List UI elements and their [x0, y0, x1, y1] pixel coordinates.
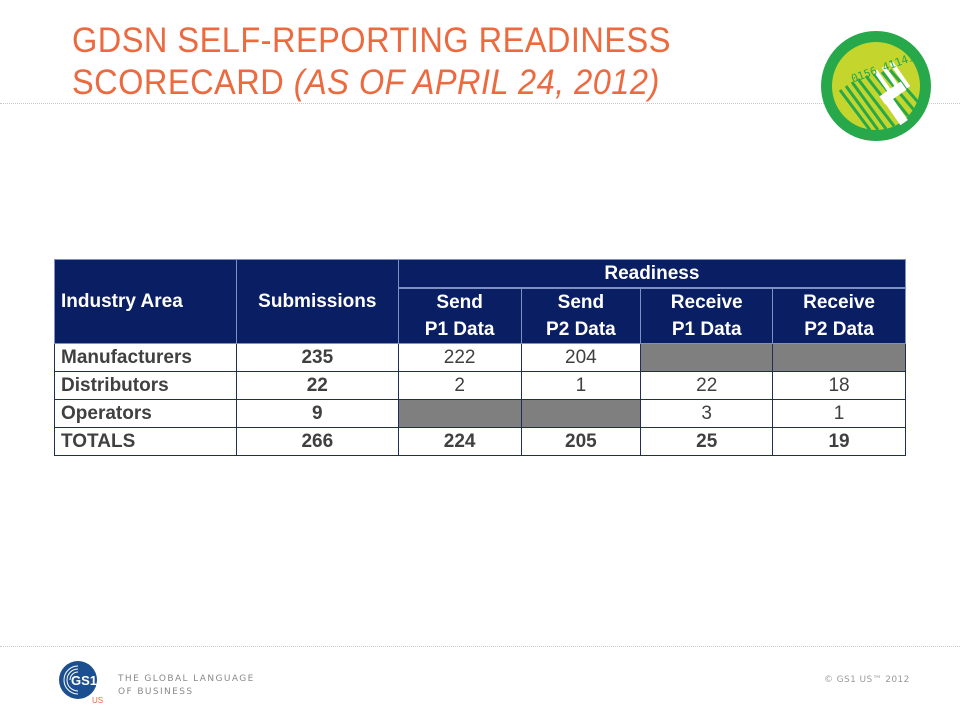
cell-receive-p1: 25 [640, 427, 774, 456]
cell-area: Distributors [54, 371, 237, 400]
cell-submissions: 22 [235, 371, 399, 400]
cell-submissions: 9 [235, 399, 399, 428]
footer-tagline: THE GLOBAL LANGUAGE OF BUSINESS [118, 674, 255, 697]
readiness-scorecard-table: Industry Area Submissions Readiness Send… [54, 259, 907, 456]
cell-area: Operators [54, 399, 237, 428]
title-date: (AS OF APRIL 24, 2012) [293, 63, 660, 102]
cell-area: TOTALS [54, 427, 237, 456]
cell-send-p1: 222 [397, 343, 522, 372]
header-readiness: Readiness [397, 259, 907, 289]
header-receive-p2: Receive P2 Data [772, 287, 906, 344]
cell-area: Manufacturers [54, 343, 237, 372]
logo-sub: US [92, 696, 103, 705]
logo-text: GS1 [71, 673, 97, 688]
cell-send-p1: 2 [397, 371, 522, 400]
table-row-operators: Operators 9 3 1 [54, 399, 906, 428]
cell-send-p1-na [397, 399, 522, 428]
cell-receive-p2: 1 [772, 399, 906, 428]
cell-receive-p2: 19 [772, 427, 906, 456]
header-send-p1: Send P1 Data [397, 287, 522, 344]
table-row-manufacturers: Manufacturers 235 222 204 [54, 343, 906, 372]
header-submissions: Submissions [235, 259, 399, 344]
gs1-logo-icon: GS1 US [59, 661, 103, 705]
cell-send-p2-na [520, 399, 642, 428]
header-industry-area: Industry Area [54, 259, 237, 344]
cell-submissions: 235 [235, 343, 399, 372]
copyright-notice: © GS1 US™ 2012 [824, 675, 910, 685]
header-receive-p1: Receive P1 Data [640, 287, 774, 344]
cell-send-p1: 224 [397, 427, 522, 456]
cell-receive-p1-na [640, 343, 774, 372]
header-send-p2: Send P2 Data [520, 287, 642, 344]
table-row-totals: TOTALS 266 224 205 25 19 [54, 427, 906, 456]
cell-receive-p2-na [772, 343, 906, 372]
cell-send-p2: 204 [520, 343, 642, 372]
top-divider [0, 103, 960, 104]
title-main: SCORECARD [72, 63, 294, 102]
title-line-2: SCORECARD (AS OF APRIL 24, 2012) [72, 62, 671, 104]
cell-receive-p1: 22 [640, 371, 774, 400]
cell-send-p2: 205 [520, 427, 642, 456]
bottom-divider [0, 646, 960, 647]
title-line-1: GDSN SELF-REPORTING READINESS [72, 21, 671, 60]
cell-receive-p1: 3 [640, 399, 774, 428]
slide-title: GDSN SELF-REPORTING READINESS SCORECARD … [72, 20, 671, 104]
table-row-distributors: Distributors 22 2 1 22 18 [54, 371, 906, 400]
cell-submissions: 266 [235, 427, 399, 456]
barcode-fork-icon: 0156 41141 [821, 31, 931, 141]
cell-receive-p2: 18 [772, 371, 906, 400]
cell-send-p2: 1 [520, 371, 642, 400]
header-row-top: Industry Area Submissions Readiness [54, 259, 907, 344]
